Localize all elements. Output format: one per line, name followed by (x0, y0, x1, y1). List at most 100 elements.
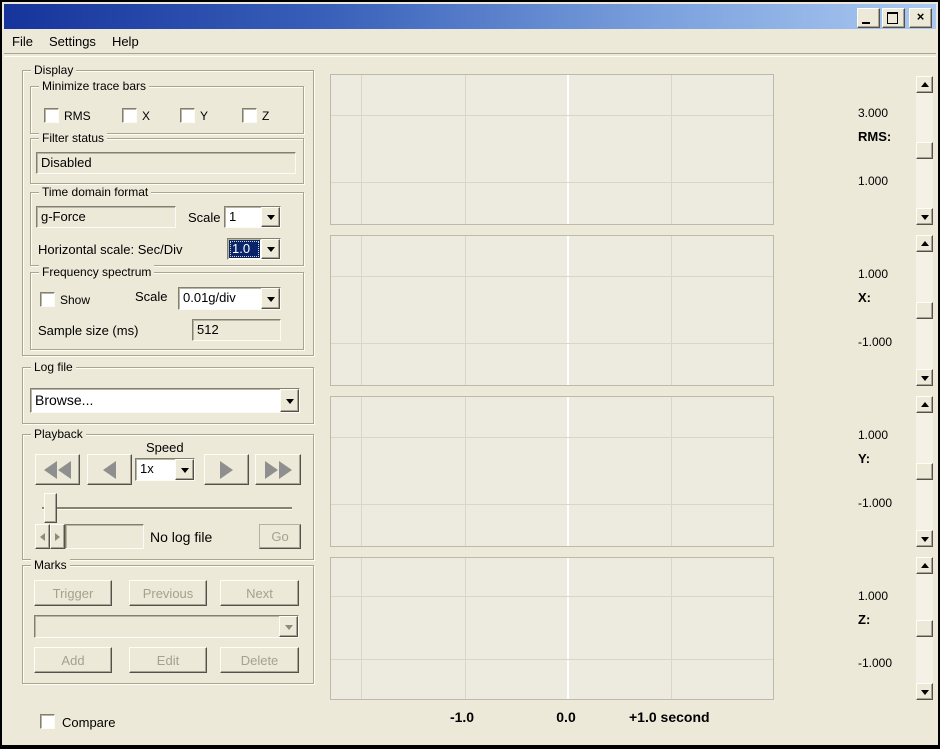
scroll-down-button[interactable] (916, 683, 933, 700)
chart-rms-axis-label: RMS: (858, 129, 892, 144)
scrollbar-thumb[interactable] (916, 619, 933, 637)
scroll-up-button[interactable] (916, 76, 933, 93)
chart-x-scrollbar[interactable] (916, 235, 933, 386)
spectrum-scale-combobox-button[interactable] (261, 288, 280, 309)
position-spin-up-button[interactable] (50, 524, 65, 549)
close-button[interactable]: × (909, 8, 932, 28)
maximize-button[interactable] (882, 8, 905, 28)
scroll-up-button[interactable] (916, 557, 933, 574)
playback-slider-track[interactable] (42, 507, 292, 510)
minimize-button[interactable] (857, 8, 880, 28)
frequency-spectrum-legend: Frequency spectrum (39, 265, 155, 279)
chart-y-top-value: 1.000 (858, 428, 889, 442)
chart-rms-scrollbar[interactable] (916, 76, 933, 225)
gridline-vertical (465, 236, 466, 385)
scrollbar-thumb[interactable] (916, 141, 933, 159)
arrow-down-icon (920, 375, 929, 381)
go-button[interactable]: Go (259, 524, 301, 549)
position-field[interactable] (65, 524, 144, 549)
gridline-vertical (671, 558, 672, 699)
rms-checkbox-label: RMS (64, 109, 91, 123)
gridline-center (567, 397, 569, 546)
scroll-down-button[interactable] (916, 530, 933, 547)
gridline-horizontal (331, 437, 773, 438)
speed-combobox-button[interactable] (175, 459, 194, 480)
horizontal-scale-combobox-button[interactable] (261, 239, 280, 259)
speed-combobox[interactable]: 1x (135, 458, 195, 481)
compare-checkbox[interactable] (40, 714, 55, 729)
rewind-button[interactable] (35, 454, 80, 485)
gridline-horizontal (331, 596, 773, 597)
arrow-up-icon (920, 81, 929, 87)
scroll-down-button[interactable] (916, 208, 933, 225)
playback-slider-thumb[interactable] (44, 493, 57, 523)
rms-checkbox[interactable] (44, 108, 59, 123)
sample-size-field: 512 (192, 319, 281, 341)
next-button[interactable]: Next (220, 580, 299, 606)
menu-help[interactable]: Help (104, 32, 147, 52)
marks-combobox[interactable] (34, 615, 299, 638)
gridline-center (567, 236, 569, 385)
title-bar[interactable]: × (4, 4, 936, 29)
fast-forward-icon (264, 460, 292, 479)
scroll-up-button[interactable] (916, 235, 933, 252)
chart-z-scrollbar[interactable] (916, 557, 933, 700)
gridline-horizontal (331, 659, 773, 660)
edit-button[interactable]: Edit (129, 647, 207, 673)
play-button[interactable] (204, 454, 249, 485)
filter-status-field: Disabled (36, 152, 296, 174)
arrow-down-icon (920, 689, 929, 695)
scale-combobox[interactable]: 1 (224, 206, 281, 228)
position-spin-down-button[interactable] (35, 524, 50, 549)
chart-x-bottom-value: -1.000 (858, 335, 893, 349)
gridline-center (567, 75, 569, 224)
scrollbar-thumb[interactable] (916, 462, 933, 480)
gridline-center (567, 558, 569, 699)
delete-button[interactable]: Delete (220, 647, 299, 673)
x-checkbox[interactable] (122, 108, 137, 123)
menu-file[interactable]: File (6, 32, 41, 52)
show-spectrum-checkbox[interactable] (40, 292, 55, 307)
spectrum-scale-combobox[interactable]: 0.01g/div (178, 287, 281, 310)
menu-settings[interactable]: Settings (41, 32, 104, 52)
gridline-vertical (671, 397, 672, 546)
scroll-up-button[interactable] (916, 396, 933, 413)
marks-combobox-button[interactable] (279, 616, 298, 637)
chart-y-scrollbar[interactable] (916, 396, 933, 547)
spectrum-scale-label: Scale (135, 289, 168, 304)
scroll-down-button[interactable] (916, 369, 933, 386)
scrollbar-thumb[interactable] (916, 301, 933, 319)
z-checkbox[interactable] (242, 108, 257, 123)
compare-label: Compare (62, 715, 116, 730)
minimize-trace-bars-legend: Minimize trace bars (39, 79, 150, 93)
time-axis-zero-label: 0.0 (556, 709, 576, 725)
gridline-horizontal (331, 343, 773, 344)
log-file-combobox-button[interactable] (280, 389, 299, 412)
chevron-down-icon (266, 215, 275, 220)
arrow-down-icon (920, 536, 929, 542)
gridline-horizontal (331, 182, 773, 183)
chart-z (330, 557, 774, 700)
chart-x (330, 235, 774, 386)
trigger-button[interactable]: Trigger (34, 580, 112, 606)
previous-button[interactable]: Previous (129, 580, 207, 606)
chart-rms (330, 74, 774, 225)
filter-status-legend: Filter status (39, 131, 108, 145)
caption-buttons: × (857, 8, 932, 28)
y-checkbox-label: Y (200, 109, 209, 123)
chart-z-top-value: 1.000 (858, 589, 889, 603)
chevron-down-icon (266, 247, 275, 252)
y-checkbox[interactable] (180, 108, 195, 123)
fast-forward-button[interactable] (255, 454, 301, 485)
log-file-combobox[interactable]: Browse... (30, 388, 300, 413)
trace-bar-divider (361, 558, 362, 699)
scale-combobox-button[interactable] (261, 207, 280, 227)
minimize-icon (862, 22, 870, 24)
step-back-button[interactable] (87, 454, 132, 485)
chart-x-axis-label: X: (858, 290, 871, 305)
add-button[interactable]: Add (34, 647, 112, 673)
chevron-down-icon (284, 624, 293, 630)
horizontal-scale-combobox[interactable]: 1.0 (227, 238, 281, 260)
gridline-vertical (671, 236, 672, 385)
time-axis-pos-label: +1.0 second (629, 709, 710, 725)
